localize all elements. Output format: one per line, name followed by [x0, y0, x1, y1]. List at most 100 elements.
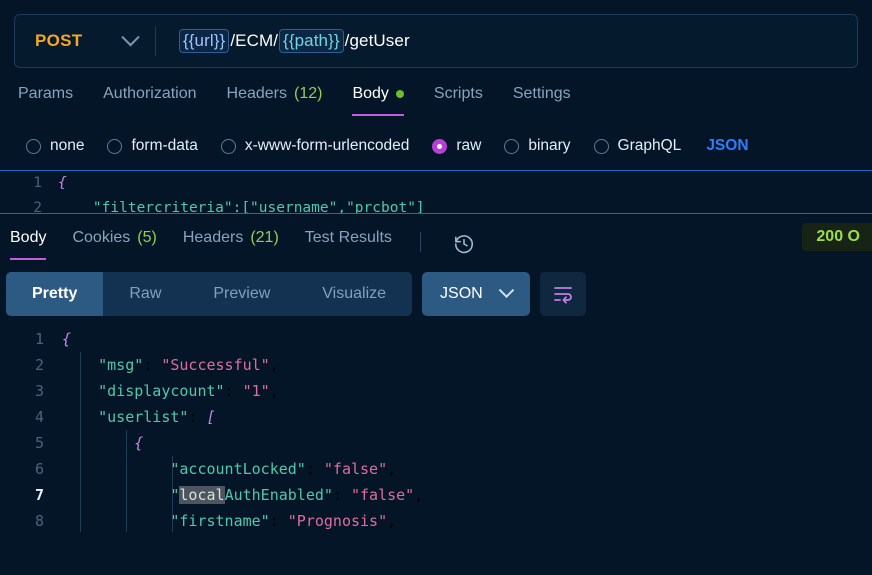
http-method-selector[interactable]: POST — [15, 15, 155, 67]
response-line-number: 8 — [34, 512, 44, 530]
response-history-button[interactable] — [453, 233, 475, 260]
response-code-line: 3 "displaycount": "1", — [0, 378, 872, 404]
clock-history-icon — [454, 235, 473, 254]
response-code-line-current: 7 "localAuthEnabled": "false", — [0, 482, 872, 508]
body-modified-dot-icon — [395, 90, 404, 98]
tab-authorization-label: Authorization — [103, 85, 197, 102]
view-mode-visualize[interactable]: Visualize — [296, 272, 412, 316]
request-tab-bar: Params Authorization Headers (12) Body S… — [0, 68, 872, 116]
url-input[interactable]: {{url}}/ECM/{{path}}/getUser — [156, 15, 857, 67]
response-code-line: 2 "msg": "Successful", — [0, 352, 872, 378]
body-type-urlencoded[interactable]: x-www-form-urlencoded — [220, 137, 410, 155]
radio-graphql-icon[interactable] — [593, 138, 609, 154]
response-line-text: "accountLocked": "false", — [62, 460, 397, 478]
request-code-line: 2 "filtercriteria":["username","prcbot"] — [0, 196, 872, 214]
tab-scripts-label: Scripts — [433, 85, 483, 102]
response-tab-divider — [419, 232, 421, 252]
response-line-number: 2 — [34, 356, 44, 374]
response-line-number: 1 — [34, 330, 44, 348]
radio-none-icon[interactable] — [26, 138, 41, 154]
response-tab-cookies[interactable]: Cookies (5) — [72, 229, 156, 260]
response-code-line: 8 "firstname": "Prognosis", — [0, 508, 872, 532]
status-badge: 200 O — [802, 223, 872, 251]
view-mode-visualize-label: Visualize — [322, 285, 387, 302]
word-wrap-icon — [553, 287, 572, 304]
response-tab-headers[interactable]: Headers (21) — [183, 229, 279, 260]
tab-settings[interactable]: Settings — [513, 85, 571, 116]
url-variable-path: {{path}} — [279, 29, 344, 53]
tab-params-label: Params — [18, 85, 74, 102]
response-line-text: "localAuthEnabled": "false", — [62, 486, 424, 504]
body-type-form-data[interactable]: form-data — [107, 137, 198, 155]
tab-scripts[interactable]: Scripts — [434, 85, 483, 116]
response-line-text: "displaycount": "1", — [62, 382, 279, 400]
tab-headers-label: Headers — [226, 85, 287, 102]
response-format-dropdown[interactable]: JSON — [422, 272, 530, 316]
body-type-raw[interactable]: raw — [432, 137, 481, 155]
request-line-number: 1 — [33, 175, 42, 191]
response-line-number: 4 — [34, 408, 44, 426]
request-body-editor[interactable]: 1 { 2 "filtercriteria":["username","prcb… — [0, 170, 872, 214]
response-tab-body[interactable]: Body — [10, 229, 47, 260]
response-line-text: "msg": "Successful", — [62, 356, 279, 374]
body-type-binary[interactable]: binary — [504, 137, 571, 155]
radio-raw-icon[interactable] — [432, 138, 448, 154]
tab-settings-label: Settings — [512, 85, 571, 102]
response-line-text: { — [62, 330, 72, 348]
response-format-label: JSON — [440, 285, 483, 302]
response-tab-body-label: Body — [10, 229, 47, 246]
request-line-number: 2 — [33, 200, 42, 214]
response-line-number: 6 — [34, 460, 44, 478]
response-view-mode-group: Pretty Raw Preview Visualize — [6, 272, 413, 316]
view-mode-pretty-label: Pretty — [32, 285, 78, 302]
response-tab-headers-count: (21) — [250, 229, 279, 246]
view-mode-raw[interactable]: Raw — [103, 272, 187, 316]
response-code-line: 1 { — [0, 326, 872, 352]
tab-authorization[interactable]: Authorization — [103, 85, 196, 116]
response-tab-cookies-label: Cookies — [72, 229, 131, 246]
view-mode-pretty[interactable]: Pretty — [6, 272, 104, 316]
response-code-line: 5 { — [0, 430, 872, 456]
postman-request-response-panel: POST {{url}}/ECM/{{path}}/getUser Params… — [0, 0, 872, 575]
word-wrap-button[interactable] — [539, 272, 586, 316]
tab-body-label: Body — [352, 85, 389, 102]
view-mode-preview[interactable]: Preview — [187, 272, 296, 316]
body-type-graphql-label: GraphQL — [617, 137, 682, 154]
response-status-area: 200 O — [802, 223, 872, 251]
radio-binary-icon[interactable] — [504, 138, 520, 154]
body-type-raw-label: raw — [456, 137, 482, 154]
response-line-text: "userlist": [ — [62, 408, 216, 426]
response-tab-test-results[interactable]: Test Results — [305, 229, 392, 260]
response-view-toolbar: Pretty Raw Preview Visualize JSON — [0, 260, 872, 316]
response-tab-bar: Body Cookies (5) Headers (21) Test Resul… — [0, 214, 872, 260]
radio-urlencoded-icon[interactable] — [220, 138, 236, 154]
radio-form-data-icon[interactable] — [107, 138, 123, 154]
tab-headers[interactable]: Headers (12) — [227, 85, 323, 116]
request-line-text: { — [58, 175, 67, 191]
http-method-label: POST — [35, 31, 83, 50]
chevron-down-icon — [121, 27, 140, 46]
selected-text: local — [179, 486, 225, 504]
response-tab-cookies-count: (5) — [137, 229, 157, 246]
body-type-none-label: none — [50, 137, 85, 154]
body-type-urlencoded-label: x-www-form-urlencoded — [244, 137, 410, 154]
tab-body[interactable]: Body — [352, 85, 405, 116]
tab-headers-count: (12) — [294, 85, 323, 102]
response-code-line: 6 "accountLocked": "false", — [0, 456, 872, 482]
body-type-none[interactable]: none — [26, 137, 84, 155]
response-code-line: 4 "userlist": [ — [0, 404, 872, 430]
url-static-1: /ECM/ — [230, 31, 279, 50]
response-tab-test-results-label: Test Results — [304, 229, 392, 246]
request-line-text: "filtercriteria":["username","prcbot"] — [58, 200, 425, 214]
raw-format-selector[interactable]: JSON — [706, 137, 748, 155]
view-mode-raw-label: Raw — [129, 285, 162, 302]
body-type-form-data-label: form-data — [131, 137, 198, 154]
body-type-graphql[interactable]: GraphQL — [593, 137, 682, 155]
response-line-number: 3 — [34, 382, 44, 400]
response-body-viewer[interactable]: 1 { 2 "msg": "Successful", 3 "displaycou… — [0, 326, 872, 532]
url-static-2: /getUser — [344, 31, 410, 50]
response-line-number: 5 — [34, 434, 44, 452]
chevron-down-icon — [498, 281, 514, 298]
tab-params[interactable]: Params — [18, 85, 73, 116]
response-line-text: "firstname": "Prognosis", — [62, 512, 397, 530]
